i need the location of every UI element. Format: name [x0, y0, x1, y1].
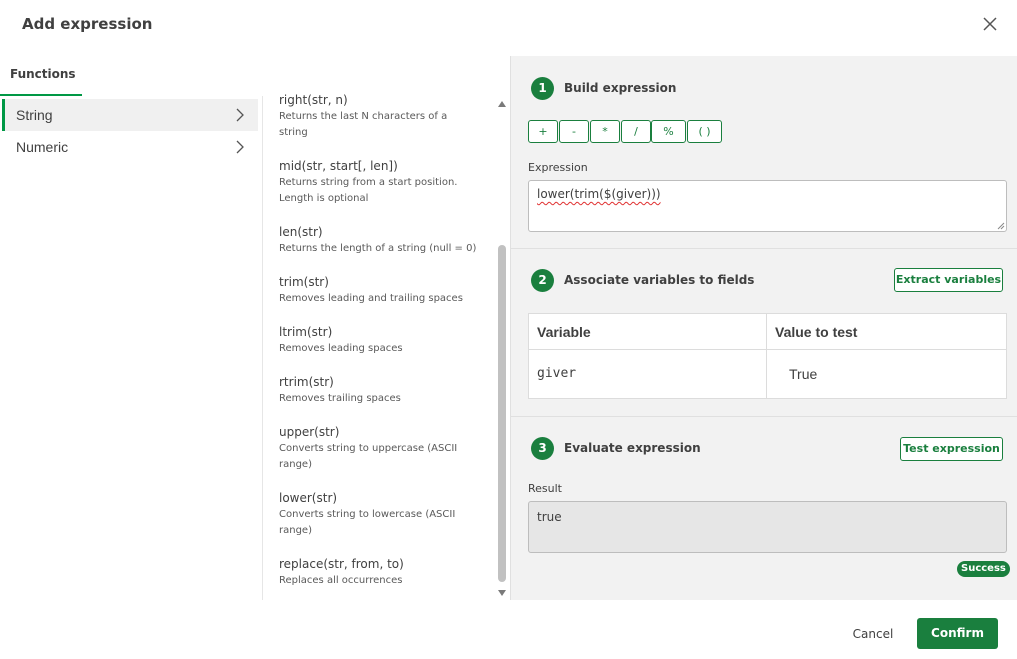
function-name: upper(str) [279, 425, 340, 439]
function-name: len(str) [279, 225, 323, 239]
expression-input[interactable]: lower(trim($(giver))) [528, 180, 1007, 232]
function-name: rtrim(str) [279, 375, 334, 389]
category-label: Numeric [16, 139, 69, 155]
category-item-numeric[interactable]: Numeric [2, 131, 258, 163]
expression-value: lower(trim($(giver))) [537, 187, 661, 201]
function-description: Removes leading and trailing spaces [279, 293, 463, 304]
status-badge: Success [957, 561, 1010, 577]
variable-name-cell: giver [537, 366, 577, 381]
scroll-down-arrow-icon[interactable] [497, 588, 507, 598]
function-name: lower(str) [279, 491, 338, 505]
function-name: ltrim(str) [279, 325, 333, 339]
category-item-string[interactable]: String [2, 99, 258, 131]
dialog-title: Add expression [22, 15, 153, 33]
step-number-2: 2 [531, 269, 554, 292]
function-item-trim[interactable]: trim(str) Removes leading and trailing s… [279, 274, 479, 307]
variables-table: Variable Value to test giver True [528, 313, 1007, 399]
column-divider [766, 314, 767, 398]
step-number-1: 1 [531, 77, 554, 100]
function-description: Removes trailing spaces [279, 393, 401, 404]
expression-panel: 1 Build expression + - * / % ( ) Express… [510, 56, 1017, 600]
chevron-right-icon [236, 108, 244, 122]
result-value: true [537, 510, 562, 524]
result-output: true [528, 501, 1007, 553]
function-name: replace(str, from, to) [279, 557, 404, 571]
operator-plus-button[interactable]: + [528, 120, 558, 143]
function-description: Returns the length of a string (null = 0… [279, 243, 477, 254]
chevron-right-icon [236, 140, 244, 154]
operator-divide-button[interactable]: / [621, 120, 651, 143]
close-icon [983, 17, 997, 31]
step-title-associate: Associate variables to fields [564, 273, 755, 287]
function-description: Returns string from a start position. Len… [279, 177, 458, 204]
tab-functions[interactable]: Functions [0, 66, 82, 96]
function-item-ltrim[interactable]: ltrim(str) Removes leading spaces [279, 324, 479, 357]
operator-modulo-button[interactable]: % [651, 120, 686, 143]
extract-variables-button[interactable]: Extract variables [894, 268, 1003, 292]
section-divider [511, 248, 1017, 249]
function-name: right(str, n) [279, 93, 348, 107]
step-number-3: 3 [531, 437, 554, 460]
function-item-right[interactable]: right(str, n) Returns the last N charact… [279, 92, 479, 141]
step-title-evaluate: Evaluate expression [564, 441, 701, 455]
function-description: Removes leading spaces [279, 343, 403, 354]
function-name: trim(str) [279, 275, 329, 289]
function-item-replace[interactable]: replace(str, from, to) Replaces all occu… [279, 556, 479, 589]
section-divider [511, 416, 1017, 417]
close-button[interactable] [978, 12, 1002, 36]
column-header-variable: Variable [537, 324, 591, 340]
function-item-rtrim[interactable]: rtrim(str) Removes trailing spaces [279, 374, 479, 407]
add-expression-dialog: Add expression Functions String Numeric … [0, 0, 1017, 659]
function-name: mid(str, start[, len]) [279, 159, 398, 173]
table-header [529, 314, 1006, 350]
operator-parentheses-button[interactable]: ( ) [687, 120, 722, 143]
step-title-build: Build expression [564, 81, 677, 95]
function-description: Replaces all occurrences [279, 575, 403, 586]
result-label: Result [528, 482, 562, 495]
function-list: right(str, n) Returns the last N charact… [263, 92, 509, 600]
expression-label: Expression [528, 161, 588, 174]
resize-grip-icon[interactable] [997, 222, 1005, 230]
function-item-lower[interactable]: lower(str) Converts string to lowercase … [279, 490, 479, 539]
function-item-mid[interactable]: mid(str, start[, len]) Returns string fr… [279, 158, 479, 207]
value-to-test-input[interactable]: True [789, 366, 817, 382]
operator-minus-button[interactable]: - [559, 120, 589, 143]
function-item-upper[interactable]: upper(str) Converts string to uppercase … [279, 424, 479, 473]
cancel-button[interactable]: Cancel [838, 619, 908, 649]
tab-active-indicator [0, 94, 82, 96]
operator-multiply-button[interactable]: * [590, 120, 620, 143]
function-description: Converts string to uppercase (ASCII range… [279, 443, 458, 470]
confirm-button[interactable]: Confirm [917, 618, 998, 649]
function-item-len[interactable]: len(str) Returns the length of a string … [279, 224, 479, 257]
scrollbar-thumb[interactable] [498, 245, 506, 582]
tab-functions-label: Functions [10, 67, 76, 81]
category-label: String [16, 107, 53, 123]
function-description: Returns the last N characters of a string [279, 111, 448, 138]
test-expression-button[interactable]: Test expression [900, 437, 1003, 461]
column-header-value: Value to test [775, 324, 858, 340]
function-description: Converts string to lowercase (ASCII range… [279, 509, 456, 536]
scroll-up-arrow-icon[interactable] [497, 99, 507, 109]
